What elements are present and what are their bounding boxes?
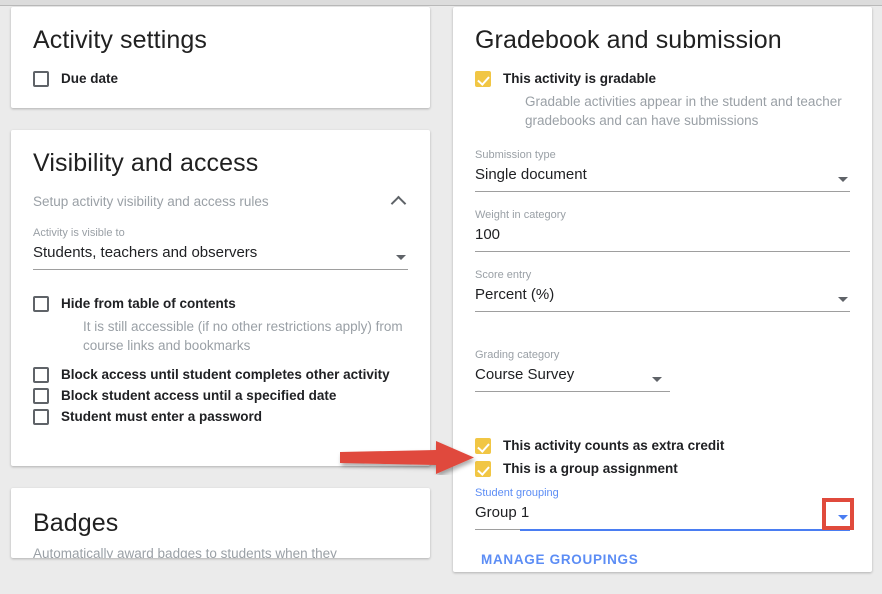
grading-category-underline bbox=[475, 391, 670, 392]
student-grouping-underline bbox=[475, 529, 850, 531]
password-required-checkbox-row[interactable]: Student must enter a password bbox=[33, 407, 408, 426]
grading-category-label: Grading category bbox=[475, 349, 560, 361]
window-top-strip bbox=[0, 0, 882, 6]
chevron-up-icon[interactable] bbox=[390, 192, 408, 210]
left-column: Activity settings Due date Visibility an… bbox=[11, 7, 430, 580]
submission-type-label: Submission type bbox=[475, 149, 556, 161]
group-assignment-checkbox[interactable] bbox=[475, 461, 491, 477]
password-required-checkbox[interactable] bbox=[33, 409, 49, 425]
submission-type-field[interactable]: Submission type Single document bbox=[475, 148, 850, 192]
student-grouping-label: Student grouping bbox=[475, 487, 559, 499]
score-entry-value: Percent (%) bbox=[475, 286, 555, 303]
settings-page: Activity settings Due date Visibility an… bbox=[0, 7, 882, 582]
badges-subtitle: Automatically award badges to students w… bbox=[33, 546, 337, 558]
due-date-checkbox-row[interactable]: Due date bbox=[33, 69, 408, 88]
chevron-down-icon[interactable] bbox=[838, 177, 848, 182]
visibility-collapse-header[interactable]: Setup activity visibility and access rul… bbox=[33, 192, 408, 210]
extra-credit-checkbox-row[interactable]: This activity counts as extra credit bbox=[475, 436, 850, 455]
chevron-down-icon[interactable] bbox=[396, 255, 406, 260]
due-date-checkbox[interactable] bbox=[33, 71, 49, 87]
visibility-and-access-card: Visibility and access Setup activity vis… bbox=[11, 130, 430, 466]
due-date-label: Due date bbox=[61, 71, 119, 86]
score-entry-field[interactable]: Score entry Percent (%) bbox=[475, 268, 850, 312]
gradebook-and-submission-card: Gradebook and submission This activity i… bbox=[453, 7, 872, 572]
grading-category-value: Course Survey bbox=[475, 366, 575, 383]
submission-type-underline bbox=[475, 191, 850, 192]
hide-from-toc-label: Hide from table of contents bbox=[61, 296, 236, 311]
submission-type-value: Single document bbox=[475, 166, 587, 183]
extra-credit-label: This activity counts as extra credit bbox=[503, 438, 725, 453]
block-access-until-activity-checkbox[interactable] bbox=[33, 367, 49, 383]
weight-in-category-label: Weight in category bbox=[475, 209, 566, 221]
student-grouping-field[interactable]: Student grouping Group 1 bbox=[475, 486, 854, 531]
student-grouping-value: Group 1 bbox=[475, 504, 530, 521]
right-column: Gradebook and submission This activity i… bbox=[453, 7, 872, 594]
activity-visible-to-label: Activity is visible to bbox=[33, 227, 125, 239]
weight-in-category-value: 100 bbox=[475, 226, 501, 243]
activity-visible-to-field[interactable]: Activity is visible to Students, teacher… bbox=[33, 226, 408, 270]
score-entry-label: Score entry bbox=[475, 269, 532, 281]
visibility-and-access-title: Visibility and access bbox=[33, 149, 259, 177]
weight-in-category-field[interactable]: Weight in category 100 bbox=[475, 208, 850, 252]
block-access-until-date-label: Block student access until a specified d… bbox=[61, 388, 337, 403]
chevron-down-icon[interactable] bbox=[838, 297, 848, 302]
gradable-label: This activity is gradable bbox=[503, 71, 657, 86]
badges-card: Badges Automatically award badges to stu… bbox=[11, 488, 430, 558]
manage-groupings-button[interactable]: MANAGE GROUPINGS bbox=[481, 552, 638, 567]
hide-from-toc-checkbox-row[interactable]: Hide from table of contents bbox=[33, 294, 408, 313]
highlight-box-annotation bbox=[822, 498, 854, 530]
hide-from-toc-help: It is still accessible (if no other rest… bbox=[83, 319, 403, 353]
block-access-until-activity-label: Block access until student completes oth… bbox=[61, 367, 390, 382]
activity-visible-to-underline bbox=[33, 269, 408, 270]
block-access-until-activity-checkbox-row[interactable]: Block access until student completes oth… bbox=[33, 365, 408, 384]
weight-in-category-underline bbox=[475, 251, 850, 252]
gradable-checkbox-row[interactable]: This activity is gradable bbox=[475, 69, 850, 88]
group-assignment-label: This is a group assignment bbox=[503, 461, 678, 476]
gradable-checkbox[interactable] bbox=[475, 71, 491, 87]
block-access-until-date-checkbox[interactable] bbox=[33, 388, 49, 404]
gradebook-and-submission-title: Gradebook and submission bbox=[475, 26, 782, 54]
activity-settings-title: Activity settings bbox=[33, 26, 207, 54]
activity-settings-card: Activity settings Due date bbox=[11, 7, 430, 108]
badges-title: Badges bbox=[33, 509, 119, 537]
password-required-label: Student must enter a password bbox=[61, 409, 263, 424]
extra-credit-checkbox[interactable] bbox=[475, 438, 491, 454]
activity-visible-to-value: Students, teachers and observers bbox=[33, 244, 258, 261]
visibility-collapse-label: Setup activity visibility and access rul… bbox=[33, 193, 269, 209]
grading-category-field[interactable]: Grading category Course Survey bbox=[475, 348, 670, 392]
group-assignment-checkbox-row[interactable]: This is a group assignment bbox=[475, 459, 850, 478]
chevron-down-icon[interactable] bbox=[652, 377, 662, 382]
block-access-until-date-checkbox-row[interactable]: Block student access until a specified d… bbox=[33, 386, 408, 405]
score-entry-underline bbox=[475, 311, 850, 312]
hide-from-toc-checkbox[interactable] bbox=[33, 296, 49, 312]
gradable-help: Gradable activities appear in the studen… bbox=[525, 94, 842, 128]
